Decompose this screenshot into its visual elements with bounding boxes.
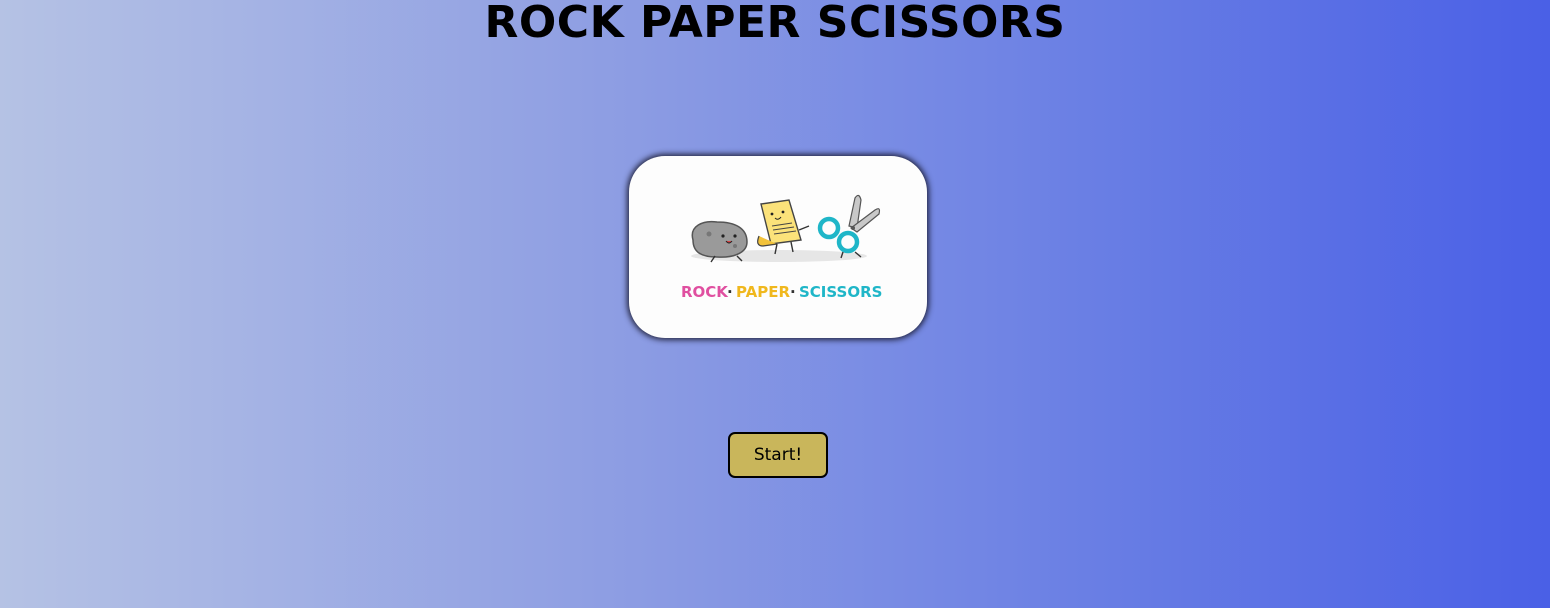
start-button[interactable]: Start! [728, 432, 828, 478]
page-title: ROCK PAPER SCISSORS [484, 0, 1066, 48]
logo-separator: · [727, 283, 733, 301]
scissors-icon [817, 194, 881, 259]
game-logo-card: ROCK · PAPER · SCISSORS [629, 156, 927, 338]
logo-word-scissors: SCISSORS [799, 283, 882, 301]
rock-paper-scissors-illustration: ROCK · PAPER · SCISSORS [681, 194, 882, 301]
logo-word-paper: PAPER [736, 283, 790, 301]
logo-word-rock: ROCK [681, 283, 729, 301]
logo-separator: · [790, 283, 796, 301]
paper-icon [757, 199, 810, 255]
